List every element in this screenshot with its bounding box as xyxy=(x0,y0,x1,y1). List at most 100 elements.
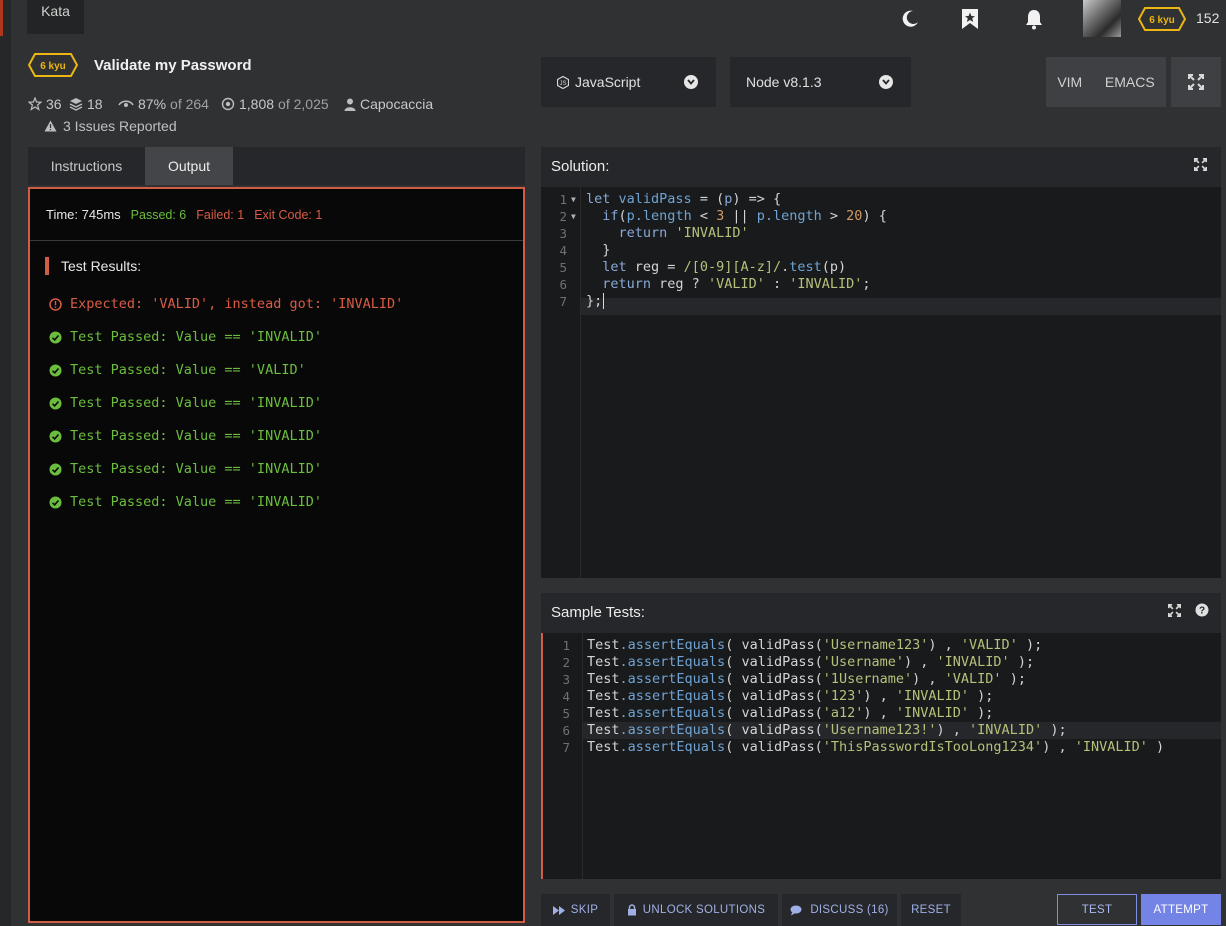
test-result-text: Test Passed: Value == 'INVALID' xyxy=(70,428,322,444)
vim-mode-button[interactable]: VIM xyxy=(1057,74,1082,90)
nodejs-icon: JS xyxy=(557,75,569,89)
run-summary: Time: 745ms Passed: 6 Failed: 1 Exit Cod… xyxy=(30,189,523,241)
left-panel-tabs: Instructions Output xyxy=(28,147,525,185)
solution-code-editor[interactable]: 1 2 3 4 5 6 7 ▼ ▼ let validPass = (p) =>… xyxy=(541,187,1221,578)
test-code-line: Test.assertEquals( validPass('1Username'… xyxy=(587,671,1026,687)
user-avatar[interactable] xyxy=(1083,0,1121,37)
run-time: Time: 745ms xyxy=(46,207,121,222)
author-name: Capocaccia xyxy=(360,96,434,112)
test-button[interactable]: TEST xyxy=(1057,894,1137,925)
user-icon xyxy=(344,98,356,111)
line-number: 4 xyxy=(559,243,567,258)
test-result-text: Test Passed: Value == 'INVALID' xyxy=(70,329,322,345)
runtime-version-select[interactable]: Node v8.1.3 xyxy=(730,57,911,107)
unlock-label: UNLOCK SOLUTIONS xyxy=(642,904,766,916)
fullscreen-button[interactable] xyxy=(1171,57,1221,107)
line-number: 2 xyxy=(562,655,570,670)
unlock-solutions-button[interactable]: UNLOCK SOLUTIONS xyxy=(614,894,778,926)
svg-text:?: ? xyxy=(1199,606,1205,617)
help-icon[interactable]: ? xyxy=(1195,593,1209,633)
test-result-pass: Test Passed: Value == 'INVALID' xyxy=(49,428,322,444)
attempted-count: of 2,025 xyxy=(278,96,329,112)
lock-icon xyxy=(627,904,636,916)
line-number: 3 xyxy=(562,672,570,687)
line-number: 5 xyxy=(562,706,570,721)
skip-button[interactable]: SKIP xyxy=(541,894,610,926)
tab-output[interactable]: Output xyxy=(145,147,233,185)
line-number: 5 xyxy=(559,260,567,275)
reset-label: RESET xyxy=(911,904,951,916)
test-result-fail: Expected: 'VALID', instead got: 'INVALID… xyxy=(49,296,403,312)
warning-icon xyxy=(44,120,57,132)
results-heading-text: Test Results: xyxy=(61,258,142,274)
line-number-gutter: 1 2 3 4 5 6 7 xyxy=(543,633,583,879)
target-icon xyxy=(221,97,235,111)
svg-text:JS: JS xyxy=(559,81,566,87)
completions-stat: 1,808 of 2,025 xyxy=(221,96,329,112)
line-number: 1 xyxy=(559,192,567,207)
user-rank-text: 6 kyu xyxy=(1149,15,1175,26)
collections-count: 18 xyxy=(87,96,103,112)
check-circle-icon xyxy=(49,496,62,508)
tests-expand-icon[interactable] xyxy=(1168,593,1181,633)
issues-link[interactable]: 3 Issues Reported xyxy=(44,118,177,134)
check-circle-icon xyxy=(49,430,62,442)
user-rank-badge[interactable]: 6 kyu xyxy=(1137,6,1187,35)
line-number: 7 xyxy=(559,294,567,309)
reset-button[interactable]: RESET xyxy=(901,894,961,926)
check-circle-icon xyxy=(49,397,62,409)
collections-stat[interactable]: 18 xyxy=(69,96,103,112)
author-stat[interactable]: Capocaccia xyxy=(344,96,433,112)
attempt-button[interactable]: ATTEMPT xyxy=(1141,894,1221,925)
bell-icon[interactable] xyxy=(1022,6,1046,32)
kata-rank-badge: 6 kyu xyxy=(27,52,79,81)
solution-heading-text: Solution: xyxy=(551,158,610,175)
left-edge-accent xyxy=(0,0,3,36)
chevron-down-icon xyxy=(879,75,893,89)
line-number: 7 xyxy=(562,740,570,755)
star-icon xyxy=(28,97,42,111)
test-code-line: Test.assertEquals( validPass('Username12… xyxy=(587,722,1067,738)
language-value: JavaScript xyxy=(575,74,641,90)
check-circle-icon xyxy=(49,463,62,475)
moon-icon[interactable] xyxy=(898,6,922,32)
results-heading-bar xyxy=(45,257,49,275)
kata-nav-tab[interactable]: Kata xyxy=(27,0,84,34)
fold-arrow-icon[interactable]: ▼ xyxy=(571,195,576,204)
chevron-down-icon xyxy=(684,75,698,89)
bookmark-star-icon[interactable] xyxy=(958,6,982,32)
code-line: if(p.length < 3 || p.length > 20) { xyxy=(602,208,887,224)
code-line: return reg ? 'VALID' : 'INVALID'; xyxy=(602,276,871,292)
attempt-label: ATTEMPT xyxy=(1153,903,1209,916)
line-number: 4 xyxy=(562,689,570,704)
skip-label: SKIP xyxy=(570,904,599,916)
test-result-text: Test Passed: Value == 'INVALID' xyxy=(70,461,322,477)
exit-code: Exit Code: 1 xyxy=(254,207,323,222)
discuss-button[interactable]: DISCUSS (16) xyxy=(782,894,897,926)
error-circle-icon xyxy=(49,297,62,311)
sample-tests-heading: Sample Tests: ? xyxy=(541,593,1221,633)
honor-count: 152 xyxy=(1196,10,1220,26)
results-heading: Test Results: xyxy=(45,257,141,275)
code-line: } xyxy=(586,242,611,258)
line-number-gutter: 1 2 3 4 5 6 7 ▼ ▼ xyxy=(541,187,581,578)
test-code-line: Test.assertEquals( validPass('123') , 'I… xyxy=(587,688,994,704)
test-result-pass: Test Passed: Value == 'INVALID' xyxy=(49,494,322,510)
line-number: 1 xyxy=(562,638,570,653)
sample-tests-editor[interactable]: 1 2 3 4 5 6 7 Test.assertEquals( validPa… xyxy=(541,633,1221,879)
stars-stat[interactable]: 36 xyxy=(28,96,62,112)
fold-arrow-icon[interactable]: ▼ xyxy=(571,212,576,221)
left-edge-strip xyxy=(0,0,11,926)
language-select[interactable]: JS JavaScript xyxy=(541,57,716,107)
emacs-mode-button[interactable]: EMACS xyxy=(1105,74,1155,90)
test-code-line: Test.assertEquals( validPass('Username12… xyxy=(587,637,1043,653)
discuss-label: DISCUSS (16) xyxy=(810,904,889,916)
solution-expand-icon[interactable] xyxy=(1194,147,1207,187)
output-panel: Time: 745ms Passed: 6 Failed: 1 Exit Cod… xyxy=(28,187,525,923)
test-result-text: Expected: 'VALID', instead got: 'INVALID… xyxy=(70,296,404,312)
test-code-line: Test.assertEquals( validPass('ThisPasswo… xyxy=(587,739,1165,755)
check-circle-icon xyxy=(49,364,62,376)
line-number: 3 xyxy=(559,226,567,241)
test-code-line: Test.assertEquals( validPass('Username')… xyxy=(587,654,1035,670)
tab-instructions[interactable]: Instructions xyxy=(28,147,145,185)
